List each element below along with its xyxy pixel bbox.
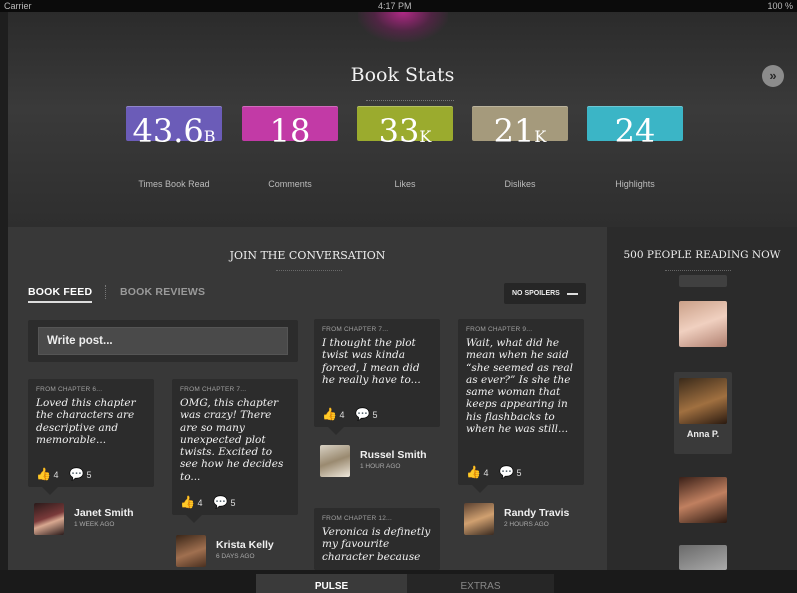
like-count: 4 bbox=[197, 498, 203, 508]
stat-value: 33 bbox=[378, 112, 420, 150]
tab-book-reviews[interactable]: BOOK REVIEWS bbox=[120, 286, 205, 298]
tab-extras[interactable]: EXTRAS bbox=[407, 574, 554, 593]
stat-label: Dislikes bbox=[504, 179, 536, 189]
post-text: I thought the plot twist was kinda force… bbox=[322, 337, 421, 386]
section-divider bbox=[665, 270, 731, 271]
post-chapter: FROM CHAPTER 7... bbox=[322, 326, 389, 333]
thumbs-up-icon[interactable]: 👍 bbox=[36, 467, 51, 481]
thumbs-up-icon[interactable]: 👍 bbox=[180, 495, 195, 509]
feed-post[interactable]: FROM CHAPTER 7... I thought the plot twi… bbox=[314, 319, 440, 435]
reader-avatar[interactable] bbox=[679, 545, 727, 570]
stat-label: Highlights bbox=[615, 179, 655, 189]
write-post-input[interactable]: Write post... bbox=[38, 327, 288, 355]
compose-box: Write post... bbox=[28, 320, 298, 362]
toggle-label: NO SPOILERS bbox=[512, 290, 560, 297]
post-text: Loved this chapter the characters are de… bbox=[36, 397, 136, 446]
section-title: JOIN THE CONVERSATION bbox=[229, 249, 386, 262]
post-chapter: FROM CHAPTER 12... bbox=[322, 515, 393, 522]
reader-avatar[interactable] bbox=[679, 378, 727, 424]
avatar bbox=[176, 535, 206, 567]
title-divider bbox=[366, 100, 454, 101]
stat-value: 21 bbox=[493, 112, 535, 150]
comment-icon[interactable]: 💬 bbox=[213, 495, 228, 509]
stat-label: Times Book Read bbox=[138, 179, 210, 189]
readers-title: 500 PEOPLE READING NOW bbox=[623, 249, 781, 261]
collapse-button[interactable]: » bbox=[762, 65, 784, 87]
stat-unit: K bbox=[534, 127, 547, 146]
status-bar: Carrier 4:17 PM 100 % bbox=[0, 0, 797, 12]
stat-comments: 18 bbox=[242, 106, 338, 150]
avatar bbox=[34, 503, 64, 535]
feed-post[interactable]: FROM CHAPTER 6... Loved this chapter the… bbox=[28, 379, 154, 495]
stat-value: 18 bbox=[269, 112, 311, 150]
stat-likes: 33K bbox=[357, 106, 453, 150]
thumbs-up-icon[interactable]: 👍 bbox=[322, 407, 337, 421]
post-text: OMG, this chapter was crazy! There are s… bbox=[180, 397, 284, 483]
comment-count: 5 bbox=[372, 410, 378, 420]
page-title: Book Stats bbox=[350, 64, 455, 86]
carrier-label: Carrier bbox=[4, 1, 32, 11]
stat-unit: K bbox=[419, 127, 432, 146]
stat-value: 43.6 bbox=[132, 112, 204, 150]
avatar bbox=[320, 445, 350, 477]
author-name: Krista Kelly bbox=[216, 539, 274, 551]
like-count: 4 bbox=[53, 470, 59, 480]
readers-sidebar: 500 PEOPLE READING NOW Anna P. bbox=[607, 227, 797, 570]
comment-count: 5 bbox=[230, 498, 236, 508]
reader-avatar[interactable] bbox=[679, 301, 727, 347]
clock: 4:17 PM bbox=[378, 1, 412, 11]
post-text: Wait, what did he mean when he said “she… bbox=[466, 337, 573, 436]
battery-level: 100 % bbox=[767, 1, 793, 11]
tab-book-feed[interactable]: BOOK FEED bbox=[28, 286, 93, 303]
comment-icon[interactable]: 💬 bbox=[499, 465, 514, 479]
reader-avatar[interactable] bbox=[679, 477, 727, 523]
tab-pulse[interactable]: PULSE bbox=[256, 574, 407, 593]
section-divider bbox=[276, 270, 342, 271]
post-text: Veronica is definetly my favourite chara… bbox=[322, 526, 431, 563]
post-time: 1 HOUR AGO bbox=[360, 463, 401, 470]
double-chevron-down-icon: » bbox=[769, 68, 777, 83]
minus-icon bbox=[567, 293, 578, 295]
like-count: 4 bbox=[483, 468, 489, 478]
tab-divider bbox=[105, 285, 106, 299]
feed-post[interactable]: FROM CHAPTER 12... Veronica is definetly… bbox=[314, 508, 440, 578]
reader-name: Anna P. bbox=[686, 429, 720, 439]
no-spoilers-toggle[interactable]: NO SPOILERS bbox=[504, 283, 586, 304]
stat-label: Likes bbox=[394, 179, 416, 189]
comment-icon[interactable]: 💬 bbox=[69, 467, 84, 481]
conversation-panel: JOIN THE CONVERSATION BOOK FEED BOOK REV… bbox=[8, 227, 607, 578]
stat-label: Comments bbox=[268, 179, 312, 189]
post-chapter: FROM CHAPTER 6... bbox=[36, 386, 103, 393]
thumbs-up-icon[interactable]: 👍 bbox=[466, 465, 481, 479]
author-name: Randy Travis bbox=[504, 507, 570, 519]
bottom-tab-bar: PULSE EXTRAS bbox=[0, 570, 797, 593]
post-time: 2 HOURS AGO bbox=[504, 521, 549, 528]
stat-unit: B bbox=[203, 127, 216, 146]
comment-count: 5 bbox=[516, 468, 522, 478]
like-count: 4 bbox=[339, 410, 345, 420]
feed-post[interactable]: FROM CHAPTER 7... OMG, this chapter was … bbox=[172, 379, 298, 523]
reader-avatar[interactable] bbox=[679, 275, 727, 287]
post-time: 6 DAYS AGO bbox=[216, 553, 255, 560]
post-chapter: FROM CHAPTER 9... bbox=[466, 326, 533, 333]
post-chapter: FROM CHAPTER 7... bbox=[180, 386, 247, 393]
stat-value: 24 bbox=[614, 112, 656, 150]
avatar bbox=[464, 503, 494, 535]
comment-count: 5 bbox=[86, 470, 92, 480]
stat-highlights: 24 bbox=[587, 106, 683, 150]
post-time: 1 WEEK AGO bbox=[74, 521, 115, 528]
stat-dislikes: 21K bbox=[472, 106, 568, 150]
comment-icon[interactable]: 💬 bbox=[355, 407, 370, 421]
stat-times-read: 43.6B bbox=[126, 106, 222, 150]
feed-post[interactable]: FROM CHAPTER 9... Wait, what did he mean… bbox=[458, 319, 584, 493]
author-name: Janet Smith bbox=[74, 507, 134, 519]
author-name: Russel Smith bbox=[360, 449, 427, 461]
